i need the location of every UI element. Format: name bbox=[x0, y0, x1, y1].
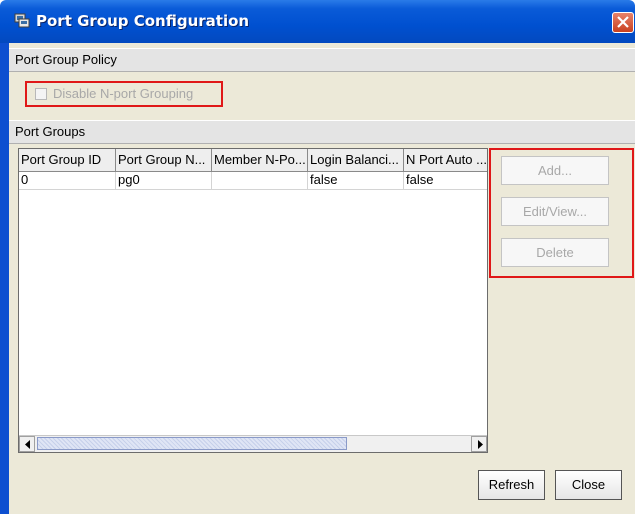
delete-button[interactable]: Delete bbox=[501, 238, 609, 267]
add-button[interactable]: Add... bbox=[501, 156, 609, 185]
table-header-row: Port Group ID Port Group N... Member N-P… bbox=[19, 149, 487, 172]
port-group-config-window: Port Group Configuration Port Group Poli… bbox=[0, 0, 635, 514]
table-row[interactable]: 0 pg0 false false bbox=[19, 172, 487, 190]
computer-icon bbox=[14, 13, 30, 28]
close-icon[interactable] bbox=[612, 12, 634, 33]
column-header[interactable]: Member N-Po... bbox=[212, 149, 308, 171]
table-cell: 0 bbox=[19, 172, 116, 189]
policy-section-header: Port Group Policy bbox=[9, 48, 635, 72]
column-header[interactable]: Port Group ID bbox=[19, 149, 116, 171]
table-cell: false bbox=[308, 172, 404, 189]
window-frame-left bbox=[0, 43, 9, 514]
arrow-left-icon[interactable] bbox=[19, 436, 35, 452]
close-button[interactable]: Close bbox=[555, 470, 622, 500]
arrow-right-icon[interactable] bbox=[471, 436, 487, 452]
scrollbar-thumb[interactable] bbox=[37, 437, 347, 450]
disable-grouping-checkbox[interactable] bbox=[35, 88, 47, 100]
refresh-button[interactable]: Refresh bbox=[478, 470, 545, 500]
column-header[interactable]: Login Balanci... bbox=[308, 149, 404, 171]
disable-grouping-label: Disable N-port Grouping bbox=[53, 86, 194, 101]
port-groups-section-header: Port Groups bbox=[9, 120, 635, 144]
horizontal-scrollbar[interactable] bbox=[19, 435, 487, 452]
table-cell: false bbox=[406, 172, 434, 187]
table-cell: pg0 bbox=[116, 172, 212, 189]
column-header[interactable]: Port Group N... bbox=[116, 149, 212, 171]
column-header[interactable]: N Port Auto ... bbox=[404, 149, 487, 171]
action-buttons-highlight: Add... Edit/View... Delete bbox=[489, 148, 634, 278]
title-bar[interactable]: Port Group Configuration bbox=[0, 0, 635, 43]
dialog-content: Port Group Policy Disable N-port Groupin… bbox=[9, 43, 635, 514]
edit-view-button[interactable]: Edit/View... bbox=[501, 197, 609, 226]
window-title: Port Group Configuration bbox=[36, 12, 250, 30]
disable-grouping-highlight: Disable N-port Grouping bbox=[25, 81, 223, 107]
port-groups-table: Port Group ID Port Group N... Member N-P… bbox=[18, 148, 488, 453]
table-cell bbox=[212, 172, 308, 189]
